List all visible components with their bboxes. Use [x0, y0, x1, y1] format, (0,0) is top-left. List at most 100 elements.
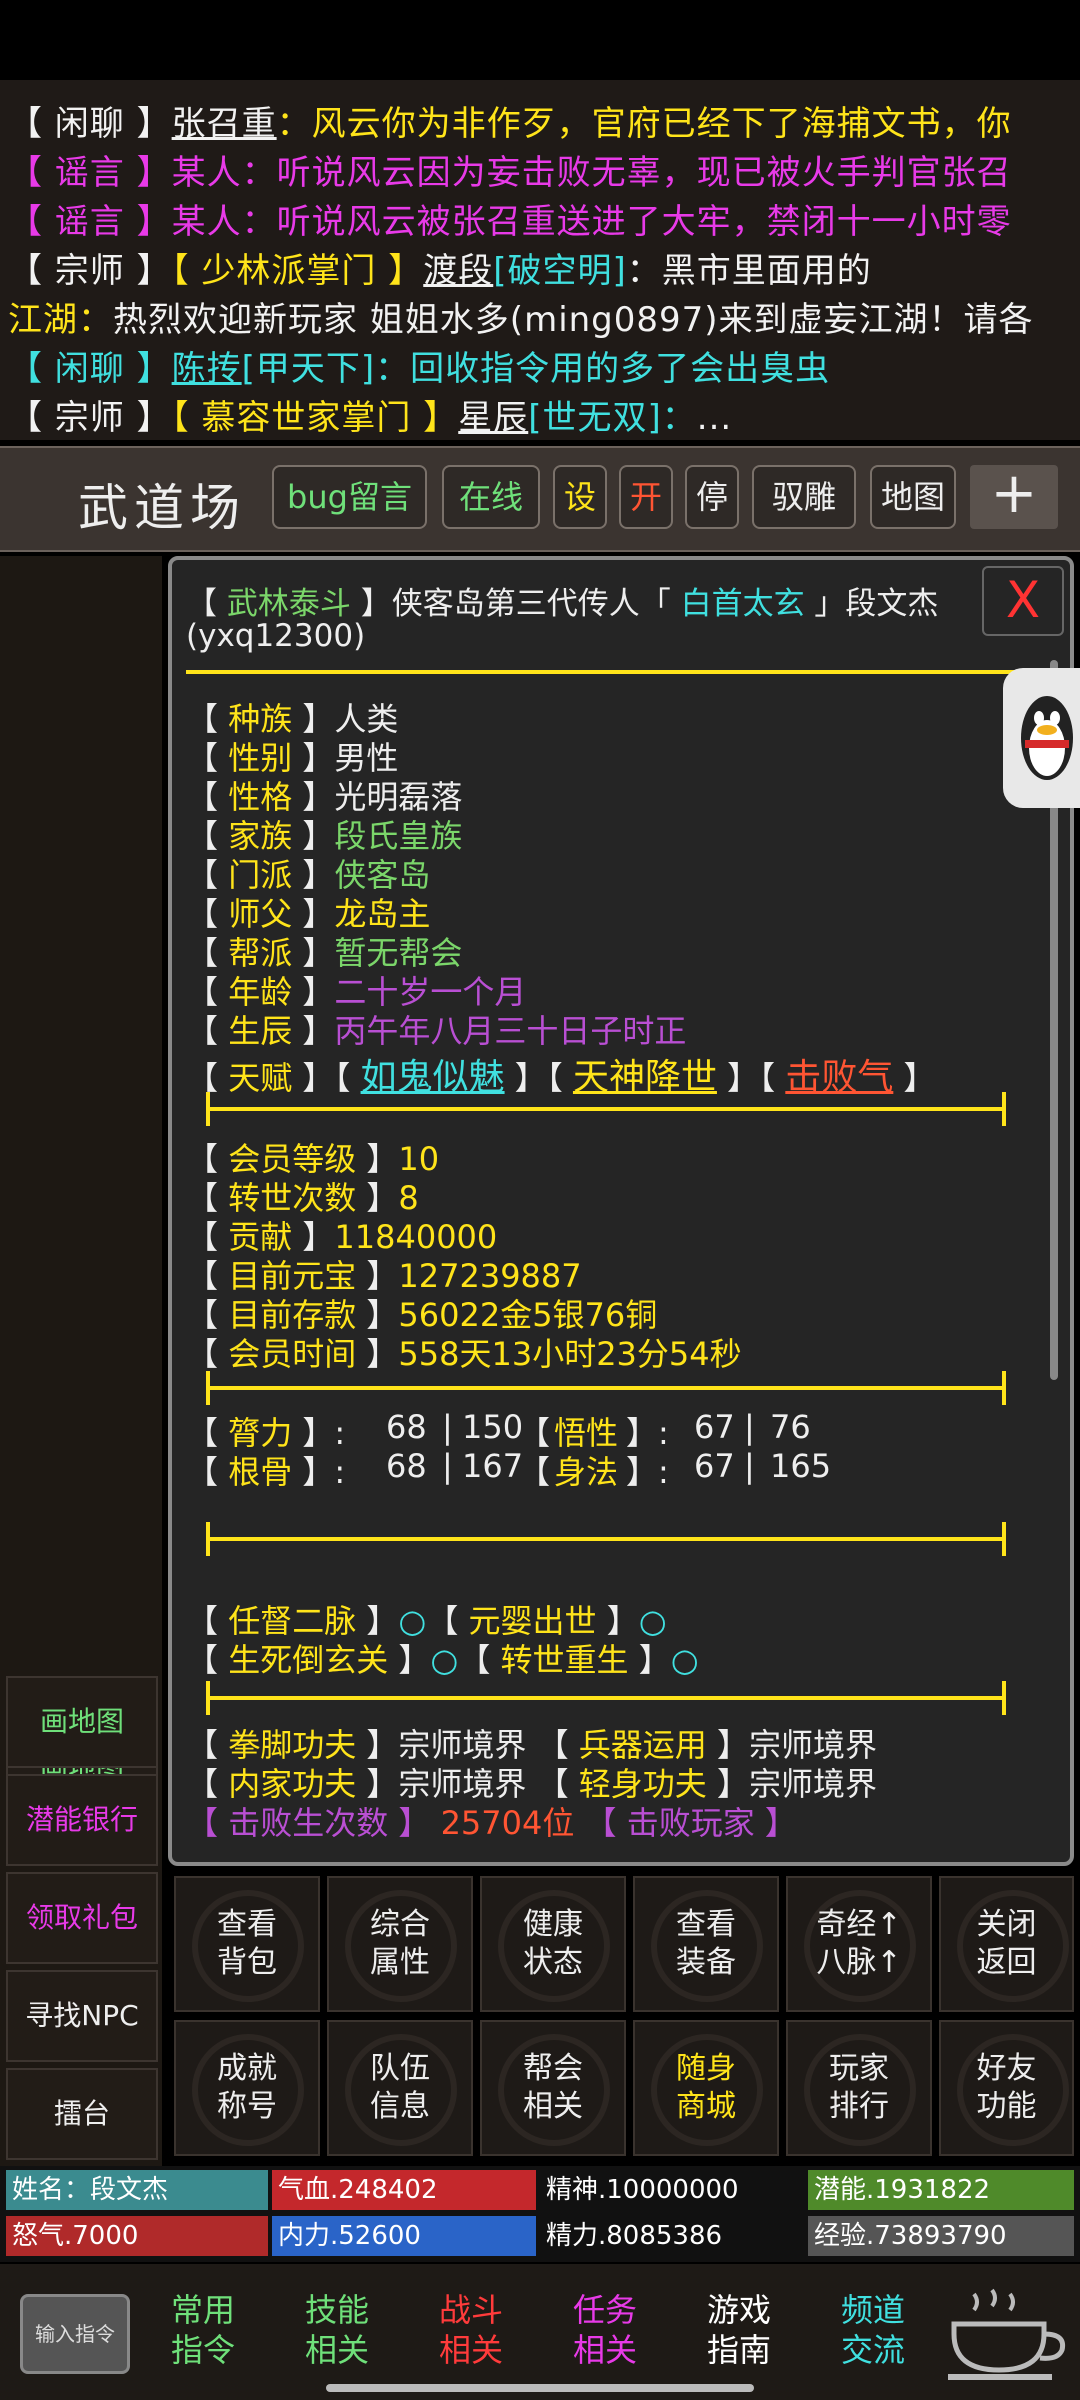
- location-title: 武道场: [78, 479, 246, 537]
- birthday-value: 丙午年八月三十日子时正: [334, 1012, 687, 1050]
- teacup-icon[interactable]: [944, 2284, 1072, 2384]
- plus-button[interactable]: +: [970, 465, 1058, 529]
- divider: [186, 670, 1016, 674]
- toolbar: 武道场 bug留言 在线 设 开 停 驭雕 地图 +: [0, 446, 1080, 552]
- talent-3[interactable]: 击败气: [785, 1057, 893, 1098]
- chat-line: 江湖：热烈欢迎新玩家 姐姐水多(ming0897)来到虚妄江湖！请各: [8, 300, 1034, 340]
- stat-hp: 气血.248402: [272, 2170, 536, 2210]
- stat-mana: 内力.52600: [272, 2216, 536, 2256]
- find-npc-button[interactable]: 寻找NPC: [6, 1970, 158, 2062]
- talent-row: 【 天赋 】【 如鬼似魅 】【 天神降世 】【 击败气 】: [186, 1057, 936, 1098]
- chat-channel-tag: 【 谣言 】: [8, 202, 172, 242]
- skills-tab[interactable]: 技能 相关: [272, 2290, 402, 2370]
- attr-row: 【 根骨 】: 68 | 167 【 身法】: 67 | 165: [186, 1447, 832, 1491]
- stop-button[interactable]: 停: [685, 465, 739, 529]
- arena-button[interactable]: 擂台: [6, 2068, 158, 2160]
- stat-potential: 潜能.1931822: [808, 2170, 1074, 2210]
- nickname: 白首太玄: [680, 586, 805, 622]
- player-stats-bar: 姓名：段文杰 气血.248402 精神.10000000 潜能.1931822 …: [0, 2166, 1080, 2262]
- map-button[interactable]: 地图: [870, 465, 956, 529]
- chat-log[interactable]: 【 闲聊 】张召重：风云你为非作歹，官府已经下了海捕文书，你 【 谣言 】某人：…: [0, 80, 1080, 440]
- player-name: 」段文杰: [804, 586, 939, 622]
- chat-line: 【 闲聊 】张召重：风云你为非作歹，官府已经下了海捕文书，你: [8, 104, 1012, 144]
- chat-line: 【 宗师 】【 少林派掌门 】渡段[破空明]：黑市里面用的: [8, 251, 872, 291]
- chat-speaker-title: 【 慕容世家掌门 】: [171, 398, 459, 438]
- chat-message: 热烈欢迎新玩家 姐姐水多(ming0897)来到虚妄江湖！请各: [113, 300, 1034, 340]
- chat-line: 【 谣言 】某人：听说风云被张召重送进了大牢，禁闭十一小时零: [8, 202, 1012, 242]
- player-id: (yxq12300): [186, 618, 366, 654]
- ride-eagle-button[interactable]: 驭雕: [752, 465, 856, 529]
- health-button[interactable]: 健康 状态: [480, 1876, 626, 2012]
- meridians-button[interactable]: 奇经↑ 八脉↑: [786, 1876, 932, 2012]
- chat-message: 风云你为非作歹，官府已经下了海捕文书，你: [311, 104, 1012, 144]
- shop-button[interactable]: 随身 商城: [633, 2020, 779, 2156]
- game-guide-tab[interactable]: 游戏 指南: [674, 2290, 804, 2370]
- chat-channel-tag: 【 闲聊 】: [8, 104, 172, 144]
- qq-penguin-icon[interactable]: [1003, 668, 1080, 808]
- chat-channel-tag: 【 谣言 】: [8, 153, 172, 193]
- talent-2[interactable]: 天神降世: [573, 1057, 717, 1098]
- online-button[interactable]: 在线: [442, 465, 540, 529]
- channel-chat-tab[interactable]: 频道 交流: [808, 2290, 938, 2370]
- chat-speaker[interactable]: 陈抟: [172, 349, 242, 389]
- quests-tab[interactable]: 任务 相关: [540, 2290, 670, 2370]
- player-profile-panel[interactable]: 【 武林泰斗 】侠客岛第三代传人「 白首太玄 」段文杰 (yxq12300) X…: [168, 556, 1074, 1866]
- divider: [206, 1696, 1006, 1700]
- chat-channel-tag: 江湖: [8, 300, 78, 340]
- status-bar: [0, 0, 1080, 80]
- start-button[interactable]: 开: [619, 465, 673, 529]
- chat-speaker-title: 【 少林派掌门 】: [171, 251, 424, 291]
- achievements-button[interactable]: 成就 称号: [174, 2020, 320, 2156]
- chat-speaker: 某人: [171, 153, 242, 193]
- chat-channel-tag: 【 宗师 】: [8, 398, 172, 438]
- claim-gift-button[interactable]: 领取礼包: [6, 1872, 158, 1964]
- chat-message: 听说风云因为妄击败无辜，现已被火手判官张召: [276, 153, 1012, 193]
- bottom-nav: 输入指令 常用 指令 技能 相关 战斗 相关 任务 相关 游戏 指南 频道 交流: [0, 2264, 1080, 2400]
- rank-title: 武林泰斗: [226, 586, 351, 622]
- divider: [206, 1107, 1006, 1111]
- ranking-button[interactable]: 玩家 排行: [786, 2020, 932, 2156]
- friends-button[interactable]: 好友 功能: [939, 2020, 1074, 2156]
- guild-button[interactable]: 帮会 相关: [480, 2020, 626, 2156]
- rank-row: 【 击败生次数 】 25704位 【 击败玩家 】: [186, 1804, 797, 1842]
- chat-message: 黑市里面用的: [661, 251, 872, 291]
- chat-speaker[interactable]: 渡段: [423, 251, 493, 291]
- stat-spirit: 精神.10000000: [540, 2170, 804, 2210]
- divider: [206, 1386, 1006, 1390]
- stat-energy: 精力.8085386: [540, 2216, 804, 2256]
- chat-message: ...: [696, 398, 733, 438]
- chat-speaker[interactable]: 张召重: [172, 104, 277, 144]
- field-row: 【 生辰 】丙午年八月三十日子时正: [186, 1012, 687, 1050]
- draw-map-button[interactable]: 画地图: [6, 1676, 158, 1768]
- home-indicator[interactable]: [326, 2384, 754, 2392]
- chat-speaker: 某人: [171, 202, 242, 242]
- combat-tab[interactable]: 战斗 相关: [406, 2290, 536, 2370]
- divider: [206, 1537, 1006, 1541]
- talent-1[interactable]: 如鬼似魅: [361, 1057, 505, 1098]
- close-return-button[interactable]: 关闭 返回: [939, 1876, 1074, 2012]
- view-bag-button[interactable]: 查看 背包: [174, 1876, 320, 2012]
- team-button[interactable]: 队伍 信息: [327, 2020, 473, 2156]
- close-icon[interactable]: X: [982, 566, 1064, 636]
- chat-line: 【 谣言 】某人：听说风云因为妄击败无辜，现已被火手判官张召: [8, 153, 1012, 193]
- meridian-row: 【 生死倒玄关 】○【 转世重生 】○: [186, 1641, 699, 1679]
- chat-message: 回收指令用的多了会出臭虫: [410, 349, 831, 389]
- chat-channel-tag: 【 宗师 】: [8, 251, 172, 291]
- stat-exp: 经验.73893790: [808, 2216, 1074, 2256]
- equipment-button[interactable]: 查看 装备: [633, 1876, 779, 2012]
- potential-bank-button[interactable]: 潜能银行: [6, 1774, 158, 1866]
- chat-line: 【 宗师 】【 慕容世家掌门 】星辰[世无双]：...: [8, 398, 733, 438]
- bug-report-button[interactable]: bug留言: [272, 465, 427, 529]
- member-time-value: 558天13小时23分54秒: [398, 1335, 742, 1373]
- attributes-button[interactable]: 综合 属性: [327, 1876, 473, 2012]
- stat-rage: 怒气.7000: [6, 2216, 268, 2256]
- input-command-button[interactable]: 输入指令: [20, 2294, 130, 2374]
- chat-speaker[interactable]: 星辰: [458, 398, 528, 438]
- stat-name: 姓名：段文杰: [6, 2170, 268, 2210]
- chat-message: 听说风云被张召重送进了大牢，禁闭十一小时零: [276, 202, 1012, 242]
- profile-header: 【 武林泰斗 】侠客岛第三代传人「 白首太玄 」段文杰: [186, 586, 939, 622]
- chat-channel-tag: 【 闲聊 】: [8, 349, 172, 389]
- member-row: 【 会员时间 】558天13小时23分54秒: [186, 1335, 742, 1373]
- settings-button[interactable]: 设: [553, 465, 607, 529]
- common-commands-tab[interactable]: 常用 指令: [138, 2290, 268, 2370]
